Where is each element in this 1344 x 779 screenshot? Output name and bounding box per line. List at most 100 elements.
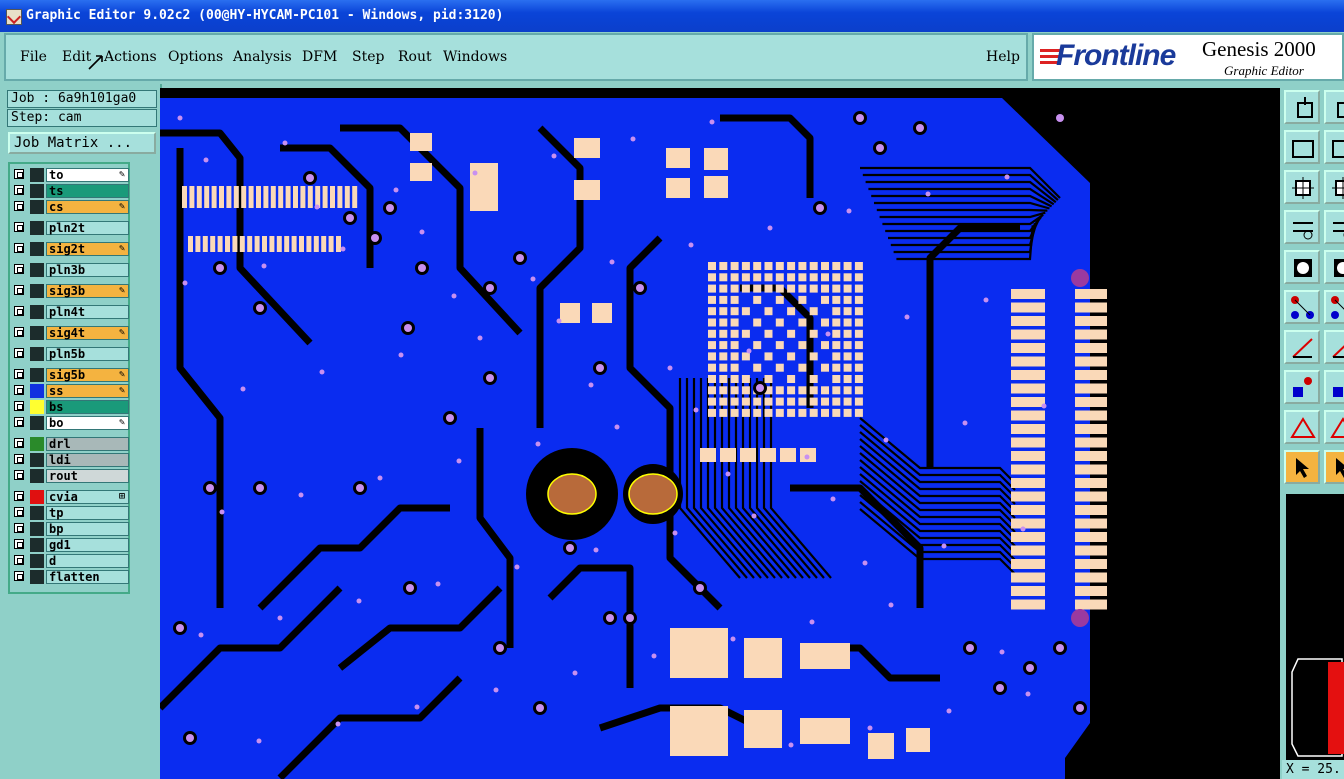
triangle-icon[interactable]	[1284, 410, 1320, 444]
layer-color-swatch[interactable]	[30, 570, 44, 584]
layer-row-pln2t[interactable]: pln2t	[13, 221, 129, 235]
layer-name[interactable]: gd1	[46, 538, 129, 552]
slash-icon[interactable]	[1324, 330, 1344, 364]
layer-color-swatch[interactable]	[30, 368, 44, 382]
menu-options[interactable]: Options	[168, 49, 223, 65]
layer-row-sig4t[interactable]: sig4t ✎	[13, 326, 129, 340]
layer-color-swatch[interactable]	[30, 305, 44, 319]
layer-row-to[interactable]: to ✎	[13, 168, 129, 182]
layer-checkbox[interactable]	[14, 285, 24, 295]
layer-color-swatch[interactable]	[30, 538, 44, 552]
menu-dfm[interactable]: DFM	[302, 49, 337, 65]
layer-row-bp[interactable]: bp	[13, 522, 129, 536]
layer-row-drl[interactable]: drl	[13, 437, 129, 451]
layer-checkbox[interactable]	[14, 264, 24, 274]
layer-checkbox[interactable]	[14, 185, 24, 195]
layer-checkbox[interactable]	[14, 222, 24, 232]
layer-row-tp[interactable]: tp	[13, 506, 129, 520]
measure-icon[interactable]	[1284, 210, 1320, 244]
layer-name[interactable]: sig5b ✎	[46, 368, 129, 382]
layer-color-swatch[interactable]	[30, 554, 44, 568]
layer-checkbox[interactable]	[14, 470, 24, 480]
net-icon[interactable]	[1284, 290, 1320, 324]
layer-name[interactable]: ldi	[46, 453, 129, 467]
layer-name[interactable]: pln4t	[46, 305, 129, 319]
layer-color-swatch[interactable]	[30, 221, 44, 235]
menu-analysis[interactable]: Analysis	[233, 49, 292, 65]
layer-color-swatch[interactable]	[30, 490, 44, 504]
layer-row-sig2t[interactable]: sig2t ✎	[13, 242, 129, 256]
layer-name[interactable]: sig4t ✎	[46, 326, 129, 340]
layer-checkbox[interactable]	[14, 369, 24, 379]
layer-row-bs[interactable]: bs	[13, 400, 129, 414]
layer-name[interactable]: drl	[46, 437, 129, 451]
move-icon[interactable]	[1284, 90, 1320, 124]
layer-color-swatch[interactable]	[30, 284, 44, 298]
line-icon[interactable]	[1284, 330, 1320, 364]
grid-icon[interactable]	[1324, 210, 1344, 244]
layer-checkbox[interactable]	[14, 169, 24, 179]
layer-checkbox[interactable]	[14, 417, 24, 427]
layer-checkbox[interactable]	[14, 523, 24, 533]
layer-row-ldi[interactable]: ldi	[13, 453, 129, 467]
layer-row-rout[interactable]: rout	[13, 469, 129, 483]
layer-checkbox[interactable]	[14, 385, 24, 395]
layer-color-swatch[interactable]	[30, 200, 44, 214]
layer-color-swatch[interactable]	[30, 168, 44, 182]
layer-checkbox[interactable]	[14, 507, 24, 517]
window-icon[interactable]	[1324, 90, 1344, 124]
minimap[interactable]	[1286, 494, 1344, 764]
menu-actions[interactable]: Actions	[104, 49, 157, 65]
pcb-board[interactable]	[160, 88, 1280, 779]
menu-windows[interactable]: Windows	[443, 49, 507, 65]
layer-checkbox[interactable]	[14, 454, 24, 464]
layer-name[interactable]: sig2t ✎	[46, 242, 129, 256]
menu-rout[interactable]: Rout	[398, 49, 432, 65]
layer-color-swatch[interactable]	[30, 522, 44, 536]
layer-checkbox[interactable]	[14, 491, 24, 501]
layer-name[interactable]: ss ✎	[46, 384, 129, 398]
layer-row-sig5b[interactable]: sig5b ✎	[13, 368, 129, 382]
layer-row-pln4t[interactable]: pln4t	[13, 305, 129, 319]
pan-icon[interactable]	[1324, 170, 1344, 204]
layer-row-gd1[interactable]: gd1	[13, 538, 129, 552]
menu-file[interactable]: File	[20, 49, 47, 65]
layer-row-bo[interactable]: bo ✎	[13, 416, 129, 430]
layer-row-sig3b[interactable]: sig3b ✎	[13, 284, 129, 298]
layer-color-swatch[interactable]	[30, 453, 44, 467]
job-matrix-button[interactable]: Job Matrix ...	[8, 132, 156, 154]
layer-name[interactable]: pln2t	[46, 221, 129, 235]
layer-color-swatch[interactable]	[30, 437, 44, 451]
layer-name[interactable]: d	[46, 554, 129, 568]
layer-name[interactable]: tp	[46, 506, 129, 520]
layer-color-swatch[interactable]	[30, 242, 44, 256]
snap-icon[interactable]	[1284, 130, 1320, 164]
pad-icon[interactable]	[1284, 370, 1320, 404]
layer-name[interactable]: pln5b	[46, 347, 129, 361]
layer-checkbox[interactable]	[14, 327, 24, 337]
select-icon[interactable]	[1284, 250, 1320, 284]
layer-checkbox[interactable]	[14, 571, 24, 581]
layer-color-swatch[interactable]	[30, 347, 44, 361]
menu-edit[interactable]: Edit	[62, 49, 91, 65]
feature-icon[interactable]	[1324, 250, 1344, 284]
layer-color-swatch[interactable]	[30, 400, 44, 414]
layer-checkbox[interactable]	[14, 555, 24, 565]
layer-checkbox[interactable]	[14, 306, 24, 316]
zoom-fit-icon[interactable]	[1284, 170, 1320, 204]
layer-name[interactable]: cvia ⊞	[46, 490, 129, 504]
layer-color-swatch[interactable]	[30, 384, 44, 398]
layer-row-flatten[interactable]: flatten	[13, 570, 129, 584]
layer-color-swatch[interactable]	[30, 416, 44, 430]
layer-name[interactable]: rout	[46, 469, 129, 483]
layer-checkbox[interactable]	[14, 201, 24, 211]
layer-row-cvia[interactable]: cvia ⊞	[13, 490, 129, 504]
layer-name[interactable]: to ✎	[46, 168, 129, 182]
layer-checkbox[interactable]	[14, 401, 24, 411]
layer-name[interactable]: cs ✎	[46, 200, 129, 214]
minus-icon[interactable]	[1324, 370, 1344, 404]
layer-row-d[interactable]: d	[13, 554, 129, 568]
pointer-icon[interactable]	[1284, 450, 1320, 484]
layer-name[interactable]: flatten	[46, 570, 129, 584]
layer-row-cs[interactable]: cs ✎	[13, 200, 129, 214]
